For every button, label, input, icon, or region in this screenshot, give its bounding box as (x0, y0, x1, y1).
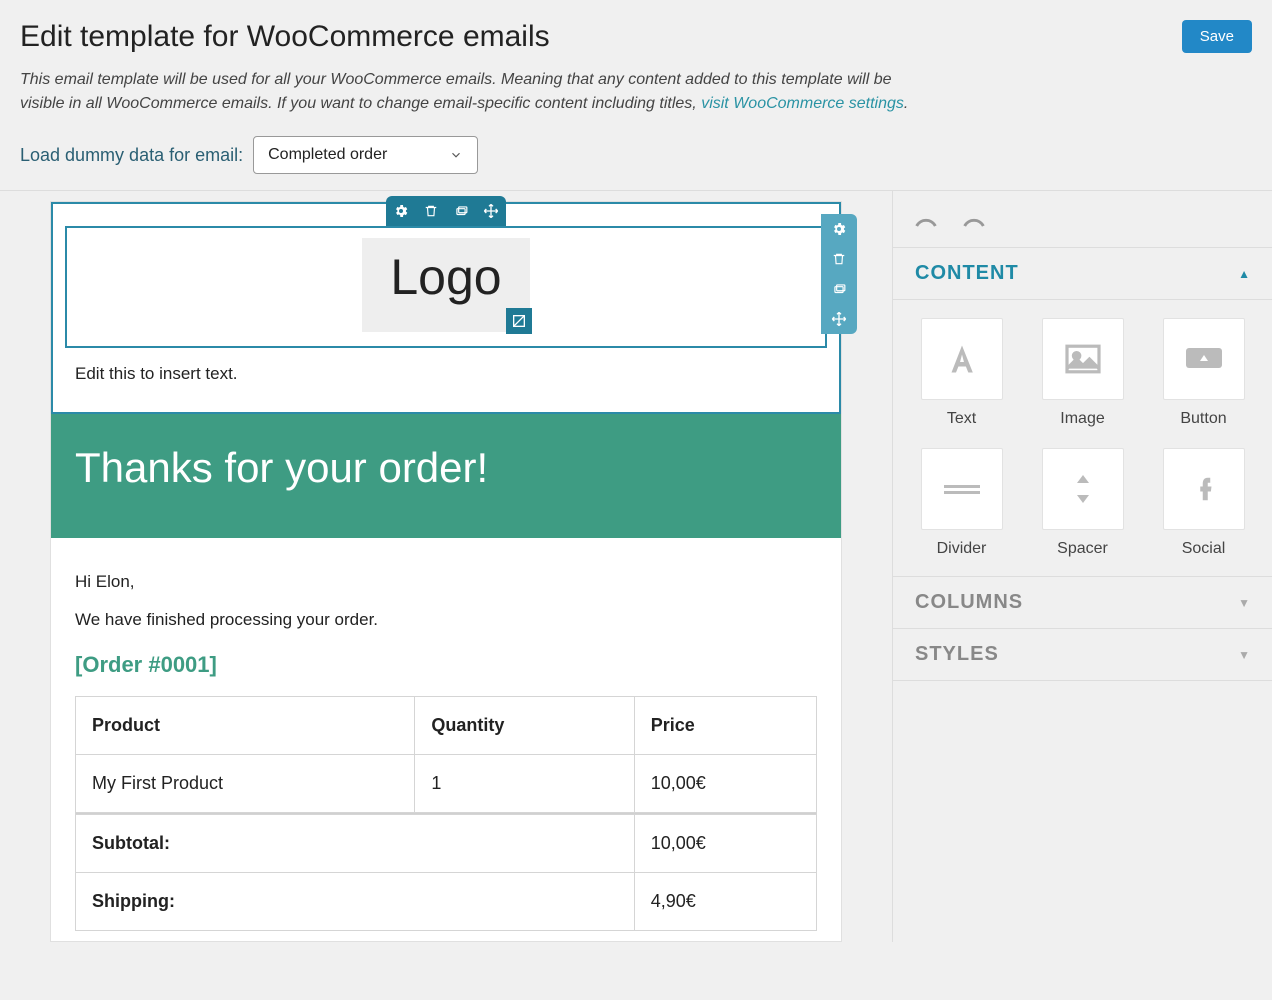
cell-price: 10,00€ (634, 755, 816, 813)
order-table: Product Quantity Price My First Product … (75, 696, 817, 931)
sidebar: CONTENT ▲ Text Image Button Di (892, 191, 1272, 942)
page-header: Edit template for WooCommerce emails Sav… (0, 0, 1272, 190)
control-label: Image (1060, 410, 1104, 428)
divider-icon (921, 448, 1003, 530)
control-label: Social (1182, 540, 1226, 558)
save-button[interactable]: Save (1182, 20, 1252, 53)
block-toolbar (386, 196, 506, 226)
caret-down-icon: ▼ (1238, 648, 1250, 662)
redo-icon[interactable] (959, 207, 989, 231)
table-header-row: Product Quantity Price (76, 697, 817, 755)
selected-block[interactable]: Logo Edit this to insert text. (51, 202, 841, 414)
control-label: Divider (937, 540, 987, 558)
logo-placeholder[interactable]: Logo (362, 238, 529, 332)
spacer-icon (1042, 448, 1124, 530)
woocommerce-settings-link[interactable]: visit WooCommerce settings (701, 95, 904, 112)
email-body[interactable]: Hi Elon, We have finished processing you… (51, 538, 841, 941)
control-social[interactable]: Social (1153, 448, 1254, 558)
text-icon (921, 318, 1003, 400)
history-bar (893, 191, 1272, 248)
desc-text-b: . (904, 95, 908, 112)
control-button[interactable]: Button (1153, 318, 1254, 428)
body-text: We have finished processing your order. (75, 610, 817, 630)
col-product: Product (76, 697, 415, 755)
side-move-icon[interactable] (821, 304, 857, 334)
button-icon (1163, 318, 1245, 400)
duplicate-icon[interactable] (446, 196, 476, 226)
side-gear-icon[interactable] (821, 214, 857, 244)
control-label: Spacer (1057, 540, 1108, 558)
caret-up-icon: ▲ (1238, 267, 1250, 281)
panel-columns[interactable]: COLUMNS ▼ (893, 577, 1272, 629)
side-trash-icon[interactable] (821, 244, 857, 274)
text-placeholder[interactable]: Edit this to insert text. (53, 348, 839, 400)
edit-image-icon[interactable] (506, 308, 532, 334)
summary-value: 10,00€ (634, 815, 816, 873)
image-icon (1042, 318, 1124, 400)
template-select[interactable]: Completed order (253, 136, 478, 174)
control-label: Text (947, 410, 976, 428)
panel-content[interactable]: CONTENT ▲ (893, 248, 1272, 300)
page-title: Edit template for WooCommerce emails (20, 20, 550, 54)
canvas-column: Logo Edit this to insert text. Thanks fo… (0, 191, 892, 942)
undo-icon[interactable] (911, 207, 941, 231)
load-dummy-label: Load dummy data for email: (20, 145, 243, 166)
summary-row: Shipping: 4,90€ (76, 873, 817, 931)
panel-content-body: Text Image Button Divider Spacer (893, 300, 1272, 577)
control-spacer[interactable]: Spacer (1032, 448, 1133, 558)
control-image[interactable]: Image (1032, 318, 1133, 428)
logo-text: Logo (390, 249, 501, 305)
trash-icon[interactable] (416, 196, 446, 226)
block-side-toolbar (821, 214, 857, 334)
email-banner[interactable]: Thanks for your order! (51, 414, 841, 538)
chevron-down-icon (449, 148, 463, 162)
col-price: Price (634, 697, 816, 755)
panel-styles[interactable]: STYLES ▼ (893, 629, 1272, 681)
gear-icon[interactable] (386, 196, 416, 226)
panel-content-label: CONTENT (915, 262, 1019, 285)
summary-value: 4,90€ (634, 873, 816, 931)
control-text[interactable]: Text (911, 318, 1012, 428)
order-heading: [Order #0001] (75, 652, 817, 678)
caret-down-icon: ▼ (1238, 596, 1250, 610)
social-icon (1163, 448, 1245, 530)
panel-columns-label: COLUMNS (915, 591, 1023, 614)
control-label: Button (1180, 410, 1226, 428)
email-canvas[interactable]: Logo Edit this to insert text. Thanks fo… (50, 201, 842, 942)
cell-quantity: 1 (415, 755, 634, 813)
banner-heading: Thanks for your order! (75, 444, 488, 491)
control-divider[interactable]: Divider (911, 448, 1012, 558)
col-quantity: Quantity (415, 697, 634, 755)
summary-label: Subtotal: (76, 815, 635, 873)
cell-product: My First Product (76, 755, 415, 813)
table-row: My First Product 1 10,00€ (76, 755, 817, 813)
move-icon[interactable] (476, 196, 506, 226)
greeting-text: Hi Elon, (75, 572, 817, 592)
page-description: This email template will be used for all… (20, 68, 940, 116)
side-duplicate-icon[interactable] (821, 274, 857, 304)
template-select-value: Completed order (268, 146, 387, 164)
summary-row: Subtotal: 10,00€ (76, 815, 817, 873)
panel-styles-label: STYLES (915, 643, 999, 666)
logo-block[interactable]: Logo (65, 226, 827, 348)
summary-label: Shipping: (76, 873, 635, 931)
workspace: Logo Edit this to insert text. Thanks fo… (0, 190, 1272, 942)
